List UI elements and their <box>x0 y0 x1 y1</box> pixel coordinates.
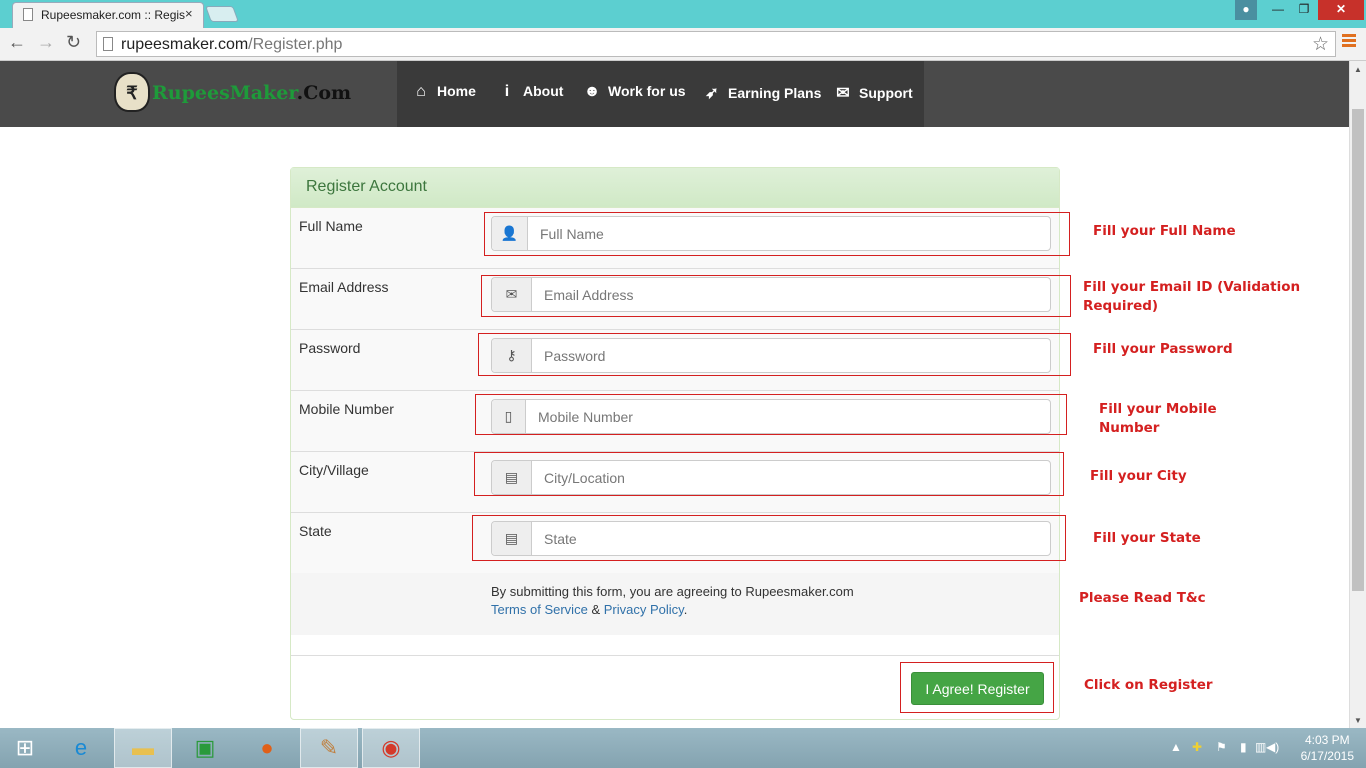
home-icon: ⌂ <box>416 83 426 100</box>
restore-button[interactable]: ❐ <box>1292 0 1316 20</box>
annotation-city: Fill your City <box>1090 468 1187 484</box>
tab-close-icon[interactable]: × <box>185 6 193 21</box>
terms-of-service-link[interactable]: Terms of Service <box>491 602 588 617</box>
annotation-box-state <box>472 515 1066 561</box>
main-nav: ⌂ Home i About ☻ Work for us ➶ Earning Plans… <box>397 61 924 127</box>
minimize-button[interactable]: — <box>1266 0 1290 20</box>
field-label: Full Name <box>299 218 363 234</box>
reload-icon[interactable]: ↻ <box>66 32 81 53</box>
annotation-fullname: Fill your Full Name <box>1093 223 1236 239</box>
browser-toolbar: ← → ↻ rupeesmaker.com/Register.php ☆ <box>0 28 1366 61</box>
url-text: rupeesmaker.com/Register.php <box>121 36 343 53</box>
tab-title: Rupeesmaker.com :: Regis <box>41 8 186 22</box>
annotation-mobile: Fill your Mobile Number <box>1099 401 1217 436</box>
field-label: Mobile Number <box>299 401 394 417</box>
page-icon <box>103 37 113 51</box>
annotation-box-email <box>481 275 1071 317</box>
envelope-icon: ✉ <box>836 85 850 102</box>
annotation-register: Click on Register <box>1084 677 1213 693</box>
field-label: Email Address <box>299 279 389 295</box>
annotation-box-password <box>478 333 1071 376</box>
chrome-menu-icon[interactable] <box>1342 34 1356 49</box>
network-icon[interactable]: ▥ <box>1255 740 1266 754</box>
panel-heading: Register Account <box>291 168 1059 208</box>
vertical-scrollbar[interactable]: ▲ ▼ <box>1349 61 1366 728</box>
user-icon: ☻ <box>583 83 601 100</box>
rocket-icon: ➶ <box>705 85 719 102</box>
privacy-policy-link[interactable]: Privacy Policy <box>604 602 684 617</box>
action-center-icon[interactable]: ⚑ <box>1216 740 1227 754</box>
start-button[interactable]: ⊞ <box>0 728 50 768</box>
annotation-terms: Please Read T&c <box>1079 590 1206 606</box>
info-icon: i <box>504 83 510 100</box>
user-icon[interactable]: ● <box>1235 0 1257 20</box>
field-label: City/Village <box>299 462 369 478</box>
annotation-box-city <box>474 452 1064 496</box>
power-icon[interactable]: ▮ <box>1240 740 1247 754</box>
annotation-email: Fill your Email ID (Validation Required) <box>1083 279 1301 314</box>
paint-icon[interactable]: ✎ <box>300 728 358 768</box>
clock-time: 4:03 PM <box>1304 733 1350 747</box>
tray-up-icon[interactable]: ▲ <box>1170 740 1182 754</box>
volume-icon[interactable]: ◀) <box>1266 740 1279 754</box>
windows-taskbar: ⊞ e ▬ ▣ ● ✎ ◉ ▲ ✚ ⚑ ▮ ▥ ◀) 4:03 PM 6/17/… <box>0 728 1366 768</box>
terms-text: By submitting this form, you are agreein… <box>491 584 854 617</box>
annotation-box-register <box>900 662 1054 713</box>
page-icon <box>23 8 33 21</box>
annotation-box-fullname <box>484 212 1070 256</box>
nav-support[interactable]: ✉ Support <box>833 83 912 103</box>
chrome-icon[interactable]: ◉ <box>362 728 420 768</box>
forward-icon[interactable]: → <box>37 32 55 53</box>
field-label: State <box>299 523 332 539</box>
tray-app-icon[interactable]: ✚ <box>1192 740 1202 754</box>
site-header: ₹ RupeesMaker.Com ⌂ Home i About ☻ Work for… <box>0 61 1349 127</box>
firefox-icon[interactable]: ● <box>238 728 296 768</box>
browser-tab[interactable]: Rupeesmaker.com :: Regis × <box>12 2 204 28</box>
file-explorer-icon[interactable]: ▬ <box>114 728 172 768</box>
browser-tab-bar: Rupeesmaker.com :: Regis × ● — ❐ ✕ <box>0 0 1366 28</box>
annotation-state: Fill your State <box>1093 530 1201 546</box>
field-label: Password <box>299 340 361 356</box>
bookmark-star-icon[interactable]: ☆ <box>1312 33 1329 56</box>
money-bag-icon: ₹ <box>114 72 150 112</box>
scroll-down-icon[interactable]: ▼ <box>1354 716 1362 725</box>
store-icon[interactable]: ▣ <box>176 728 234 768</box>
terms-row: By submitting this form, you are agreein… <box>291 573 1059 635</box>
annotation-box-mobile <box>475 394 1067 435</box>
annotation-password: Fill your Password <box>1093 341 1233 357</box>
clock-date: 6/17/2015 <box>1300 749 1354 763</box>
scroll-up-icon[interactable]: ▲ <box>1354 65 1362 74</box>
nav-earning-plans[interactable]: ➶ Earning Plans <box>702 83 821 103</box>
scrollbar-thumb[interactable] <box>1352 109 1364 591</box>
nav-work-for-us[interactable]: ☻ Work for us <box>582 83 686 101</box>
system-clock[interactable]: 4:03 PM 6/17/2015 <box>1301 732 1354 764</box>
nav-about[interactable]: i About <box>497 83 564 101</box>
internet-explorer-icon[interactable]: e <box>52 728 110 768</box>
new-tab-button[interactable] <box>205 6 239 22</box>
nav-home[interactable]: ⌂ Home <box>411 83 476 101</box>
back-icon[interactable]: ← <box>8 32 26 53</box>
address-bar[interactable]: rupeesmaker.com/Register.php ☆ <box>96 31 1336 57</box>
close-button[interactable]: ✕ <box>1318 0 1364 20</box>
